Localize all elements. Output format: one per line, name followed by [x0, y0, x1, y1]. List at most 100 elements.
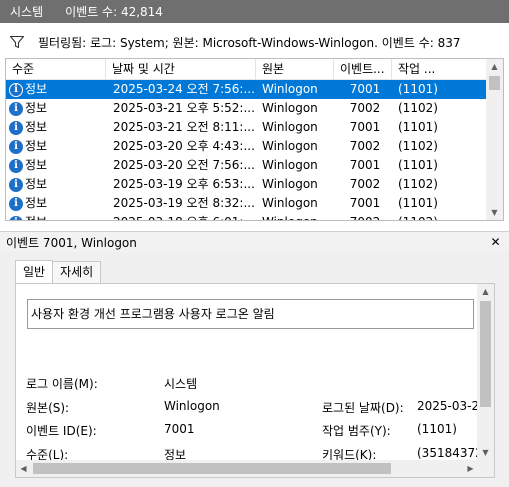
row-source: Winlogon	[262, 158, 318, 172]
log-name-value: 시스템	[164, 377, 198, 391]
scroll-left-arrow-icon[interactable]: ◀	[16, 460, 31, 477]
detail-panel: 일반 자세히 사용자 환경 개선 프로그램용 사용자 로그온 알림 로그 이름(…	[0, 252, 509, 487]
scrollbar-thumb[interactable]	[33, 463, 391, 474]
row-level: 정보	[25, 82, 48, 96]
table-row[interactable]: i 정보 2025-03-20 오전 7:56:... Winlogon 7001…	[6, 156, 487, 175]
row-task: (1102)	[398, 177, 438, 191]
detail-title-bar: 이벤트 7001, Winlogon ✕	[0, 231, 509, 252]
log-header: 시스템 이벤트 수: 42,814	[0, 0, 509, 23]
source-value: Winlogon	[164, 399, 220, 413]
table-row[interactable]: i 정보 2025-03-20 오후 4:43:... Winlogon 7002…	[6, 137, 487, 156]
row-datetime: 2025-03-18 오후 6:01:...	[106, 213, 256, 220]
row-datetime: 2025-03-20 오전 7:56:...	[113, 158, 255, 172]
row-datetime: 2025-03-19 오후 6:53:...	[113, 177, 255, 191]
event-id-value: 7001	[164, 422, 195, 436]
table-row[interactable]: i 정보 2025-03-19 오후 6:53:... Winlogon 7002…	[6, 175, 487, 194]
column-headers: 수준 날짜 및 시간 원본 이벤트... 작업 ...	[6, 59, 487, 80]
tab-general[interactable]: 일반	[15, 260, 54, 283]
info-icon: i	[9, 82, 23, 97]
scroll-down-arrow-icon[interactable]: ▼	[477, 445, 494, 460]
tab-details[interactable]: 자세히	[53, 261, 102, 283]
info-icon: i	[9, 177, 23, 192]
scroll-up-arrow-icon[interactable]: ▲	[486, 59, 503, 74]
table-row[interactable]: i 정보 2025-03-24 오전 7:56:... Winlogon 7001…	[6, 80, 487, 99]
row-event-id: 7002	[349, 101, 381, 115]
task-value: (1101)	[417, 422, 457, 436]
row-level: 정보	[25, 139, 48, 153]
source-label: 원본(S):	[26, 401, 70, 415]
row-source: Winlogon	[262, 177, 318, 191]
logged-label: 로그된 날짜(D):	[322, 401, 404, 415]
scrollbar-thumb[interactable]	[489, 76, 500, 90]
info-icon: i	[9, 120, 23, 135]
event-list[interactable]: 수준 날짜 및 시간 원본 이벤트... 작업 ... i 정보 2025-03-…	[5, 58, 504, 221]
row-datetime: 2025-03-21 오후 5:52:...	[113, 101, 255, 115]
info-icon: i	[9, 196, 23, 211]
row-source: Winlogon	[262, 120, 318, 134]
scrollbar-corner	[477, 460, 494, 477]
info-icon: i	[9, 101, 23, 116]
general-tab-content: 사용자 환경 개선 프로그램용 사용자 로그온 알림 로그 이름(M): 시스템…	[15, 283, 495, 478]
row-level: 정보	[25, 177, 48, 191]
column-header-event-id[interactable]: 이벤트...	[334, 59, 392, 80]
detail-tabs: 일반 자세히	[15, 260, 102, 283]
log-title: 시스템	[10, 5, 44, 19]
event-id-label: 이벤트 ID(E):	[26, 424, 97, 438]
row-event-id: 7002	[334, 213, 392, 220]
row-task: (1101)	[398, 196, 438, 210]
row-task: (1102)	[398, 101, 438, 115]
row-event-id: 7001	[349, 196, 381, 210]
event-rows: i 정보 2025-03-24 오전 7:56:... Winlogon 7001…	[6, 80, 487, 220]
filter-text: 필터링됨: 로그: System; 원본: Microsoft-Windows-…	[38, 35, 461, 50]
row-source: Winlogon	[262, 82, 318, 96]
row-datetime: 2025-03-21 오전 8:11:...	[113, 120, 255, 134]
row-level: 정보	[25, 196, 48, 210]
table-row[interactable]: i 정보 2025-03-21 오후 5:52:... Winlogon 7002…	[6, 99, 487, 118]
info-icon: i	[9, 139, 23, 154]
row-source: Winlogon	[256, 213, 334, 220]
logged-value: 2025-03-2	[417, 399, 480, 413]
log-name-label: 로그 이름(M):	[26, 377, 98, 391]
row-datetime: 2025-03-20 오후 4:43:...	[113, 139, 255, 153]
row-datetime: 2025-03-24 오전 7:56:...	[113, 82, 255, 96]
row-event-id: 7002	[349, 177, 381, 191]
scroll-right-arrow-icon[interactable]: ▶	[463, 460, 478, 477]
table-row[interactable]: i 정보 2025-03-21 오전 8:11:... Winlogon 7001…	[6, 118, 487, 137]
row-event-id: 7001	[349, 158, 381, 172]
row-event-id: 7001	[349, 82, 381, 96]
row-level: 정보	[25, 213, 47, 220]
table-row[interactable]: i정보 2025-03-18 오후 6:01:... Winlogon 7002…	[6, 213, 487, 220]
row-source: Winlogon	[262, 196, 318, 210]
row-task: (1101)	[398, 82, 438, 96]
column-header-source[interactable]: 원본	[256, 59, 334, 80]
task-label: 작업 범주(Y):	[322, 424, 391, 438]
detail-title: 이벤트 7001, Winlogon	[6, 235, 137, 250]
column-header-level[interactable]: 수준	[6, 59, 106, 80]
close-icon[interactable]: ✕	[488, 235, 503, 250]
table-row[interactable]: i 정보 2025-03-19 오전 8:32:... Winlogon 7001…	[6, 194, 487, 213]
row-source: Winlogon	[262, 101, 318, 115]
row-event-id: 7001	[349, 120, 381, 134]
row-source: Winlogon	[262, 139, 318, 153]
info-icon: i	[9, 158, 23, 173]
row-task: (1102)	[398, 139, 438, 153]
row-level: 정보	[25, 101, 48, 115]
row-task: (1102)	[392, 213, 452, 220]
detail-horizontal-scrollbar[interactable]: ◀ ▶	[16, 460, 478, 477]
row-task: (1101)	[398, 120, 438, 134]
scroll-down-arrow-icon[interactable]: ▼	[486, 205, 503, 220]
scrollbar-thumb[interactable]	[480, 301, 491, 407]
column-header-task[interactable]: 작업 ...	[392, 59, 487, 80]
list-vertical-scrollbar[interactable]: ▲ ▼	[486, 59, 503, 220]
column-header-datetime[interactable]: 날짜 및 시간	[106, 59, 256, 80]
scroll-up-arrow-icon[interactable]: ▲	[477, 284, 494, 299]
info-icon: i	[9, 215, 23, 220]
detail-vertical-scrollbar[interactable]: ▲ ▼	[477, 284, 494, 460]
filter-bar: 필터링됨: 로그: System; 원본: Microsoft-Windows-…	[0, 31, 509, 53]
event-message[interactable]: 사용자 환경 개선 프로그램용 사용자 로그온 알림	[27, 299, 474, 329]
row-datetime: 2025-03-19 오전 8:32:...	[113, 196, 255, 210]
row-task: (1101)	[398, 158, 438, 172]
row-event-id: 7002	[349, 139, 381, 153]
row-level: 정보	[25, 120, 48, 134]
funnel-icon	[9, 35, 25, 49]
